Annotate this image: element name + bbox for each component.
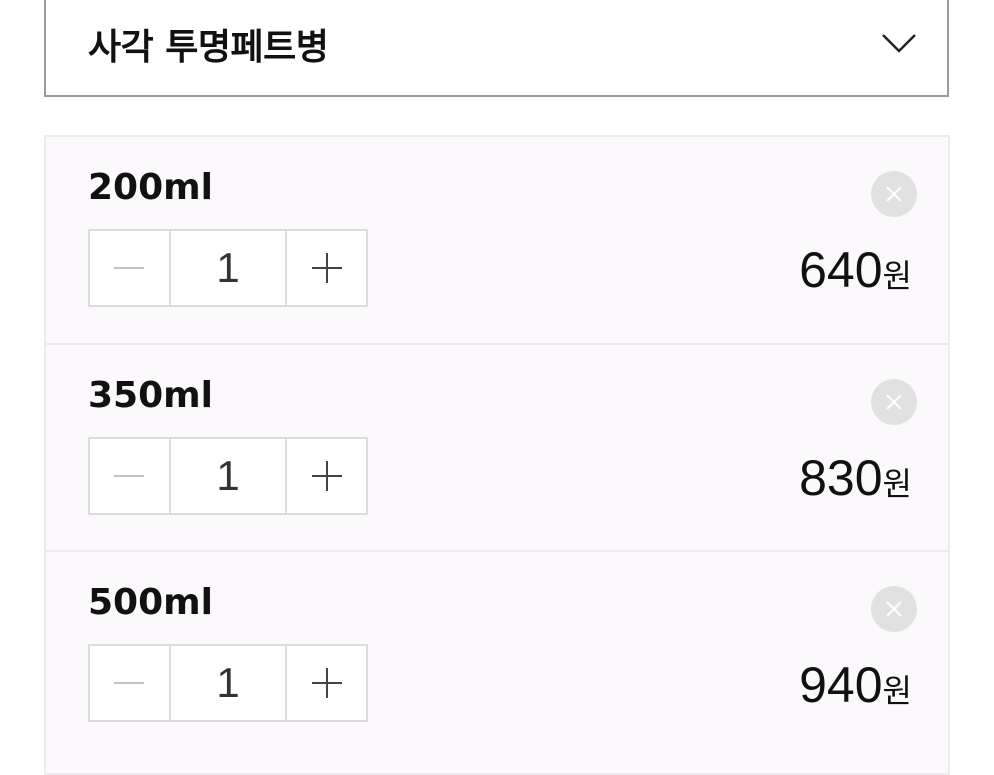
quantity-stepper: 1 bbox=[88, 437, 368, 515]
option-price: 940원 bbox=[799, 656, 912, 714]
selected-options-list: 200ml 1 640원 350ml 1 830원 500ml 1 940원 bbox=[44, 135, 950, 775]
quantity-stepper: 1 bbox=[88, 644, 368, 722]
quantity-stepper: 1 bbox=[88, 229, 368, 307]
option-label: 500ml bbox=[88, 582, 213, 623]
quantity-value[interactable]: 1 bbox=[168, 231, 288, 305]
select-value: 사각 투명페트병 bbox=[88, 27, 329, 68]
option-price: 830원 bbox=[799, 449, 912, 507]
chevron-down-icon bbox=[882, 34, 916, 53]
price-amount: 640 bbox=[799, 242, 883, 298]
price-currency: 원 bbox=[882, 465, 912, 503]
remove-option-button[interactable] bbox=[871, 586, 917, 632]
plus-icon bbox=[311, 461, 342, 491]
price-amount: 830 bbox=[799, 450, 883, 506]
quantity-value[interactable]: 1 bbox=[168, 439, 288, 513]
minus-icon bbox=[114, 267, 145, 269]
increase-button[interactable] bbox=[287, 439, 366, 513]
option-row: 350ml 1 830원 bbox=[46, 343, 948, 549]
price-currency: 원 bbox=[882, 257, 912, 295]
plus-icon bbox=[311, 253, 342, 283]
increase-button[interactable] bbox=[287, 231, 366, 305]
option-label: 350ml bbox=[88, 375, 213, 416]
plus-icon bbox=[311, 668, 342, 698]
price-currency: 원 bbox=[882, 672, 912, 710]
close-icon bbox=[886, 394, 902, 410]
close-icon bbox=[886, 601, 902, 617]
remove-option-button[interactable] bbox=[871, 171, 917, 217]
option-price: 640원 bbox=[799, 241, 912, 299]
option-label: 200ml bbox=[88, 167, 213, 208]
product-type-select[interactable]: 사각 투명페트병 bbox=[44, 0, 949, 97]
option-row: 500ml 1 940원 bbox=[46, 550, 948, 756]
close-icon bbox=[886, 186, 902, 202]
decrease-button[interactable] bbox=[90, 231, 169, 305]
increase-button[interactable] bbox=[287, 646, 366, 720]
remove-option-button[interactable] bbox=[871, 379, 917, 425]
option-row: 200ml 1 640원 bbox=[46, 137, 948, 343]
price-amount: 940 bbox=[799, 657, 883, 713]
minus-icon bbox=[114, 475, 145, 477]
minus-icon bbox=[114, 682, 145, 684]
decrease-button[interactable] bbox=[90, 646, 169, 720]
quantity-value[interactable]: 1 bbox=[168, 646, 288, 720]
decrease-button[interactable] bbox=[90, 439, 169, 513]
